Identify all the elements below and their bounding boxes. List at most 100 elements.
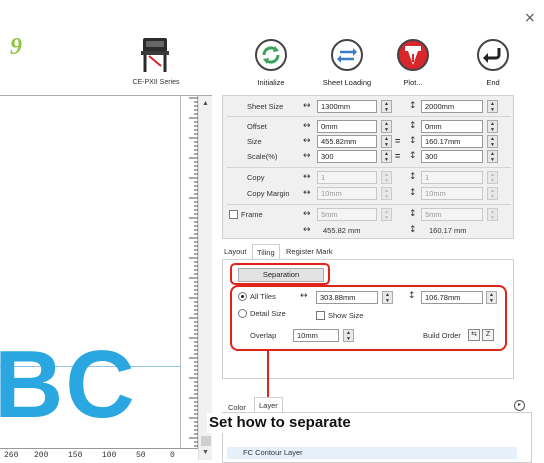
total-width-readout: 455.82 mm (323, 226, 361, 235)
copy-x-spinner[interactable]: ▲ ▼ (381, 171, 392, 184)
offset-x-field[interactable]: 0mm (317, 120, 377, 133)
vertical-arrow-icon: ↕ (409, 172, 417, 182)
copy-margin-label: Copy Margin (247, 189, 290, 198)
brand-fragment: 9 (10, 34, 22, 60)
settings-panel: Sheet Size ↔ 1300mm ▲ ▼ ↕ 2000mm ▲ ▼ Offse… (222, 95, 514, 239)
offset-label: Offset (247, 122, 267, 131)
size-height-spinner[interactable]: ▲ ▼ (487, 135, 498, 148)
plotter-icon[interactable] (140, 36, 170, 74)
offset-x-spinner[interactable]: ▲ ▼ (381, 120, 392, 133)
copy-row: Copy ↔ 1 ▲ ▼ ↕ 1 ▲ ▼ (223, 171, 515, 185)
copy-x-field[interactable]: 1 (317, 171, 377, 184)
frame-checkbox[interactable] (229, 210, 238, 219)
end-button[interactable]: End (457, 38, 529, 87)
vertical-ruler-ticks (189, 97, 199, 447)
size-width-spinner[interactable]: ▲ ▼ (381, 135, 392, 148)
frame-x-field[interactable]: 5mm (317, 208, 377, 221)
tab-color[interactable]: Color (228, 403, 246, 412)
plot-icon (397, 39, 429, 71)
highlight-box (230, 263, 330, 285)
sheet-size-label: Sheet Size (247, 102, 284, 111)
copy-y-spinner[interactable]: ▲ ▼ (487, 171, 498, 184)
lock-aspect-icon[interactable]: = (395, 136, 400, 146)
offset-y-field[interactable]: 0mm (421, 120, 483, 133)
sheet-loading-button[interactable]: Sheet Loading (311, 38, 383, 87)
frame-label: Frame (241, 210, 263, 219)
offset-row: Offset ↔ 0mm ▲ ▼ ↕ 0mm ▲ ▼ (223, 120, 515, 134)
horizontal-arrow-icon: ↔ (303, 101, 311, 111)
vertical-arrow-icon: ↕ (409, 188, 417, 198)
frame-row: Frame ↔ 5mm ▲ ▼ ↕ 5mm ▲ ▼ (223, 208, 515, 222)
scale-label: Scale(%) (247, 152, 278, 161)
close-icon[interactable]: × (524, 10, 536, 26)
scroll-thumb[interactable] (201, 436, 211, 446)
ruler-label: 0 (170, 451, 175, 460)
ruler-label: 200 (34, 451, 49, 460)
scroll-up-icon[interactable]: ▲ (202, 100, 209, 107)
size-label: Size (247, 137, 262, 146)
frame-x-spinner[interactable]: ▲ ▼ (381, 208, 392, 221)
sheet-height-spinner[interactable]: ▲ ▼ (487, 100, 498, 113)
vertical-arrow-icon: ↕ (409, 101, 417, 111)
frame-y-field[interactable]: 5mm (421, 208, 483, 221)
layer-tab-bar: Color Layer (222, 397, 532, 413)
tab-layer[interactable]: Layer (254, 397, 283, 413)
sheet-width-field[interactable]: 1300mm (317, 100, 377, 113)
plot-label: Plot... (403, 78, 423, 87)
sheet-height-field[interactable]: 2000mm (421, 100, 483, 113)
scale-x-spinner[interactable]: ▲ ▼ (381, 150, 392, 163)
ruler-label: 100 (102, 451, 117, 460)
layer-row[interactable]: FC Contour Layer (227, 447, 517, 459)
return-icon (477, 39, 509, 71)
scroll-down-icon[interactable]: ▼ (202, 449, 209, 456)
frame-y-spinner[interactable]: ▲ ▼ (487, 208, 498, 221)
end-label: End (486, 78, 500, 87)
canvas-artwork-text[interactable]: BC (0, 337, 137, 433)
horizontal-arrow-icon: ↔ (303, 121, 311, 131)
divider (227, 204, 511, 205)
copy-margin-y-field[interactable]: 10mm (421, 187, 483, 200)
sheet-loading-icon (331, 39, 363, 71)
total-size-row: ↔ 455.82 mm ↕ 160.17 mm (223, 224, 515, 238)
sheet-width-spinner[interactable]: ▲ ▼ (381, 100, 392, 113)
horizontal-arrow-icon: ↔ (303, 225, 311, 235)
copy-margin-y-spinner[interactable]: ▲ ▼ (487, 187, 498, 200)
tab-layout[interactable]: Layout (224, 247, 247, 256)
horizontal-arrow-icon: ↔ (303, 151, 311, 161)
copy-y-field[interactable]: 1 (421, 171, 483, 184)
plotter-model-label: CE-PXII Series (132, 79, 180, 86)
initialize-button[interactable]: Initialize (235, 38, 307, 87)
size-height-field[interactable]: 160.17mm (421, 135, 483, 148)
divider (227, 116, 511, 117)
vertical-arrow-icon: ↕ (409, 209, 417, 219)
vertical-arrow-icon: ↕ (409, 151, 417, 161)
size-row: Size ↔ 455.82mm ▲ ▼ = ↕ 160.17mm ▲ ▼ (223, 135, 515, 149)
size-width-field[interactable]: 455.82mm (317, 135, 377, 148)
sheet-size-row: Sheet Size ↔ 1300mm ▲ ▼ ↕ 2000mm ▲ ▼ (223, 100, 515, 114)
tab-bar: Layout Tiling Register Mark (222, 244, 514, 260)
offset-y-spinner[interactable]: ▲ ▼ (487, 120, 498, 133)
divider (227, 167, 511, 168)
ruler-label: 50 (136, 451, 146, 460)
copy-margin-x-field[interactable]: 10mm (317, 187, 377, 200)
scale-row: Scale(%) ↔ 300 ▲ ▼ = ↕ 300 ▲ ▼ (223, 150, 515, 164)
scale-y-spinner[interactable]: ▲ ▼ (487, 150, 498, 163)
lock-scale-icon[interactable]: = (395, 151, 400, 161)
vertical-arrow-icon: ↕ (409, 121, 417, 131)
refresh-icon (255, 39, 287, 71)
horizontal-arrow-icon: ↔ (303, 209, 311, 219)
ruler-label: 260 (4, 451, 19, 460)
copy-margin-x-spinner[interactable]: ▲ ▼ (381, 187, 392, 200)
highlight-box (230, 285, 507, 351)
vertical-arrow-icon: ↕ (409, 136, 417, 146)
plot-button[interactable]: Plot... (377, 38, 449, 87)
tab-tiling[interactable]: Tiling (252, 244, 280, 260)
vertical-scrollbar[interactable]: ▲ ▼ (198, 96, 212, 460)
callout-text: Set how to separate (207, 413, 443, 433)
scale-x-field[interactable]: 300 (317, 150, 377, 163)
tab-register-mark[interactable]: Register Mark (286, 247, 333, 256)
copy-label: Copy (247, 173, 265, 182)
scale-y-field[interactable]: 300 (421, 150, 483, 163)
total-height-readout: 160.17 mm (429, 226, 467, 235)
expand-icon[interactable]: ▸ (514, 400, 525, 411)
